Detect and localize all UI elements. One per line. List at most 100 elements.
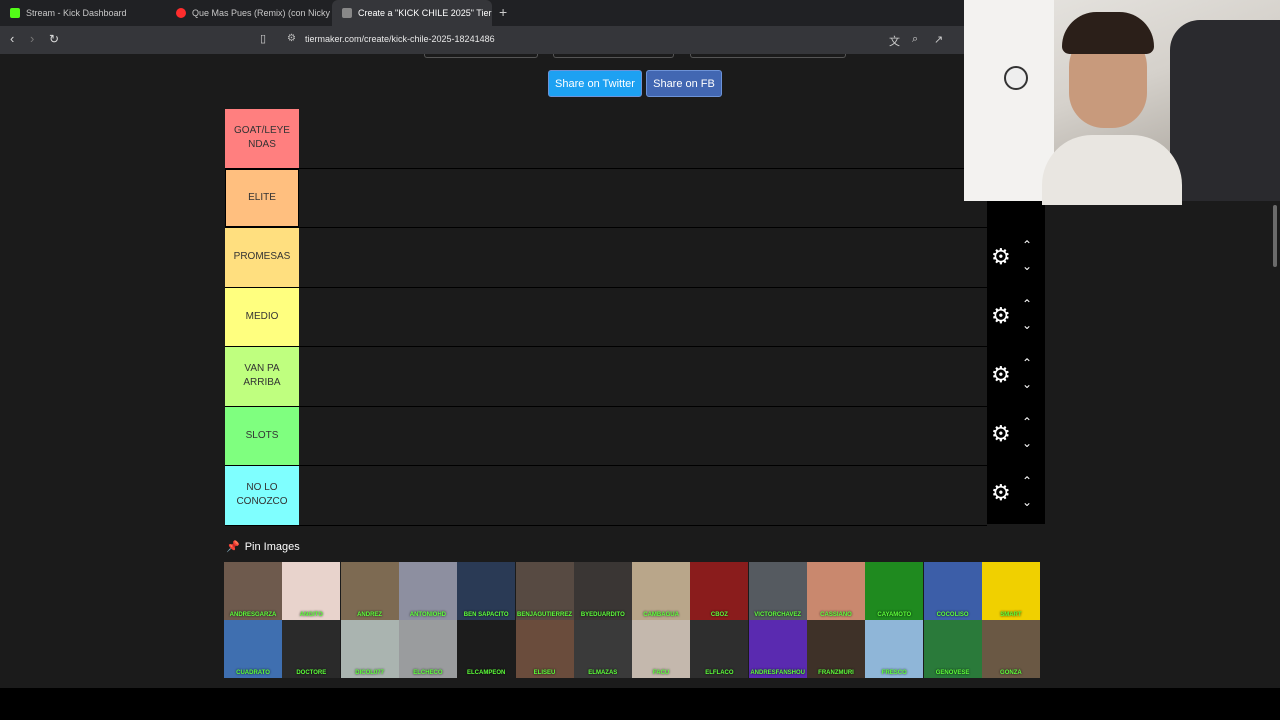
gear-icon[interactable]: ⚙ — [991, 244, 1011, 270]
pool-image[interactable]: SMART — [981, 562, 1040, 620]
gear-icon[interactable]: ⚙ — [991, 421, 1011, 447]
pool-image-caption: BYEDUARDITO — [580, 612, 625, 618]
pool-image-caption: BENJAGUTIERREZ — [516, 612, 572, 618]
chevron-down-icon[interactable]: ⌄ — [1022, 377, 1032, 391]
tier-row: GOAT/LEYE NDAS — [225, 109, 987, 169]
pool-image[interactable]: CUADRATO — [224, 620, 282, 678]
share-facebook-button[interactable]: Share on FB — [646, 70, 722, 97]
pool-image-caption: SMART — [1000, 612, 1022, 618]
tier-dropzone[interactable] — [299, 168, 987, 227]
chevron-up-icon[interactable]: ⌃ — [1022, 297, 1032, 311]
pool-image-caption: CASSIANO — [820, 612, 852, 618]
pool-image[interactable]: ELFLACO — [690, 620, 749, 678]
scrollbar-thumb[interactable] — [1273, 205, 1277, 267]
tab-kick-dashboard[interactable]: Stream - Kick Dashboard — [0, 0, 168, 26]
pool-image[interactable]: ELCAMPEON — [457, 620, 516, 678]
tier-dropzone[interactable] — [299, 228, 987, 287]
pin-images-label: Pin Images — [244, 540, 300, 553]
pool-image-caption: ANDRESGARZA — [229, 612, 277, 618]
control-stub[interactable] — [690, 54, 846, 58]
pool-image[interactable]: DOCTORE — [282, 620, 341, 678]
pool-image[interactable]: GENOVESE — [923, 620, 982, 678]
pool-image[interactable]: CAMBAGUA — [632, 562, 691, 620]
pool-image-caption: BEN SAPACITO — [463, 612, 509, 618]
url-field[interactable]: tiermaker.com/create/kick-chile-2025-182… — [305, 34, 495, 44]
pool-image-caption: ELCAMPEON — [467, 670, 506, 676]
tier-row: VAN PA ARRIBA — [225, 347, 987, 407]
pool-image[interactable]: ANGITO — [282, 562, 341, 620]
pool-image[interactable]: VICTORCHAVEZ — [748, 562, 807, 620]
tier-dropzone[interactable] — [299, 466, 987, 525]
webcam-wall — [964, 0, 1054, 201]
tier-label-medio[interactable]: MEDIO — [225, 287, 299, 346]
tier-dropzone[interactable] — [299, 406, 987, 465]
tier-list: GOAT/LEYE NDAS ELITE PROMESAS MEDIO VAN … — [225, 109, 987, 526]
control-stub[interactable] — [553, 54, 674, 58]
pool-image-caption: CAMBAGUA — [643, 612, 679, 618]
tier-label-slots[interactable]: SLOTS — [225, 406, 299, 465]
kick-favicon-icon — [10, 8, 20, 18]
pool-image[interactable]: CBOZ — [690, 562, 749, 620]
site-info-icon[interactable]: ⚙ — [287, 33, 296, 44]
chevron-up-icon[interactable]: ⌃ — [1022, 474, 1032, 488]
pool-image-caption: ELISEU — [533, 670, 556, 676]
pool-image[interactable]: FACU — [632, 620, 691, 678]
pool-image[interactable]: ELCHECO — [398, 620, 457, 678]
chevron-up-icon[interactable]: ⌃ — [1022, 415, 1032, 429]
pool-image[interactable]: COCOLISO — [923, 562, 982, 620]
chevron-down-icon[interactable]: ⌄ — [1022, 436, 1032, 450]
pool-image[interactable]: ANTONIOHD — [398, 562, 457, 620]
pool-image-caption: FRESCO — [881, 670, 907, 676]
chevron-down-icon[interactable]: ⌄ — [1022, 318, 1032, 332]
tier-dropzone[interactable] — [299, 347, 987, 406]
pool-image[interactable]: GONZA — [981, 620, 1040, 678]
chevron-down-icon[interactable]: ⌄ — [1022, 259, 1032, 273]
pool-image[interactable]: DICOL077 — [340, 620, 399, 678]
tier-label-goat[interactable]: GOAT/LEYE NDAS — [225, 109, 299, 168]
share-page-icon[interactable]: ↗ — [934, 33, 943, 46]
tab-title: Que Mas Pues (Remix) (con Nicky — [192, 8, 331, 18]
pool-image-caption: ANDREZ — [357, 612, 383, 618]
zoom-icon[interactable]: ⌕ — [912, 33, 918, 46]
control-stub[interactable] — [424, 54, 538, 58]
tier-label-no-lo-conozco[interactable]: NO LO CONOZCO — [225, 466, 299, 525]
tab-music[interactable]: Que Mas Pues (Remix) (con Nicky — [166, 0, 332, 26]
gear-icon[interactable]: ⚙ — [991, 303, 1011, 329]
tier-label-elite[interactable]: ELITE — [225, 168, 299, 227]
bookmark-icon[interactable]: ▯ — [260, 32, 266, 45]
reload-icon[interactable]: ↻ — [49, 32, 59, 46]
share-twitter-button[interactable]: Share on Twitter — [548, 70, 642, 97]
pin-icon: 📌 — [226, 541, 240, 553]
translate-icon[interactable]: 文 — [889, 33, 900, 49]
pool-image[interactable]: ELMAZAS — [573, 620, 632, 678]
tier-dropzone[interactable] — [299, 109, 987, 168]
pool-image[interactable]: BENJAGUTIERREZ — [515, 562, 574, 620]
pool-image[interactable]: ANDRESGARZA — [224, 562, 282, 620]
pool-image[interactable]: BEN SAPACITO — [457, 562, 516, 620]
scrollbar[interactable] — [1270, 201, 1280, 688]
pin-images-header[interactable]: 📌 Pin Images — [226, 540, 300, 554]
chevron-up-icon[interactable]: ⌃ — [1022, 356, 1032, 370]
tier-dropzone[interactable] — [299, 287, 987, 346]
chevron-up-icon[interactable]: ⌃ — [1022, 238, 1032, 252]
music-favicon-icon — [176, 8, 186, 18]
gear-icon[interactable]: ⚙ — [991, 480, 1011, 506]
gear-icon[interactable]: ⚙ — [991, 362, 1011, 388]
pool-image[interactable]: FRANZMURI — [807, 620, 865, 678]
pool-image[interactable]: CASSIANO — [807, 562, 865, 620]
pool-image[interactable]: ANDREZ — [340, 562, 399, 620]
tier-label-van-pa-arriba[interactable]: VAN PA ARRIBA — [225, 347, 299, 406]
new-tab-icon[interactable]: + — [499, 4, 507, 20]
tier-label-promesas[interactable]: PROMESAS — [225, 228, 299, 287]
forward-icon[interactable]: › — [30, 31, 34, 46]
chevron-down-icon[interactable]: ⌄ — [1022, 495, 1032, 509]
taskbar — [0, 688, 1280, 720]
tab-tiermaker[interactable]: Create a "KICK CHILE 2025" Tier ✕ — [332, 0, 492, 26]
back-icon[interactable]: ‹ — [10, 31, 14, 46]
pool-image[interactable]: FRESCO — [865, 620, 924, 678]
pool-image[interactable]: CAYAMOTO — [865, 562, 924, 620]
pool-image[interactable]: BYEDUARDITO — [573, 562, 632, 620]
webcam-body — [1042, 135, 1182, 205]
pool-image[interactable]: ELISEU — [515, 620, 574, 678]
pool-image[interactable]: ANDRESFANSHOU — [748, 620, 807, 678]
